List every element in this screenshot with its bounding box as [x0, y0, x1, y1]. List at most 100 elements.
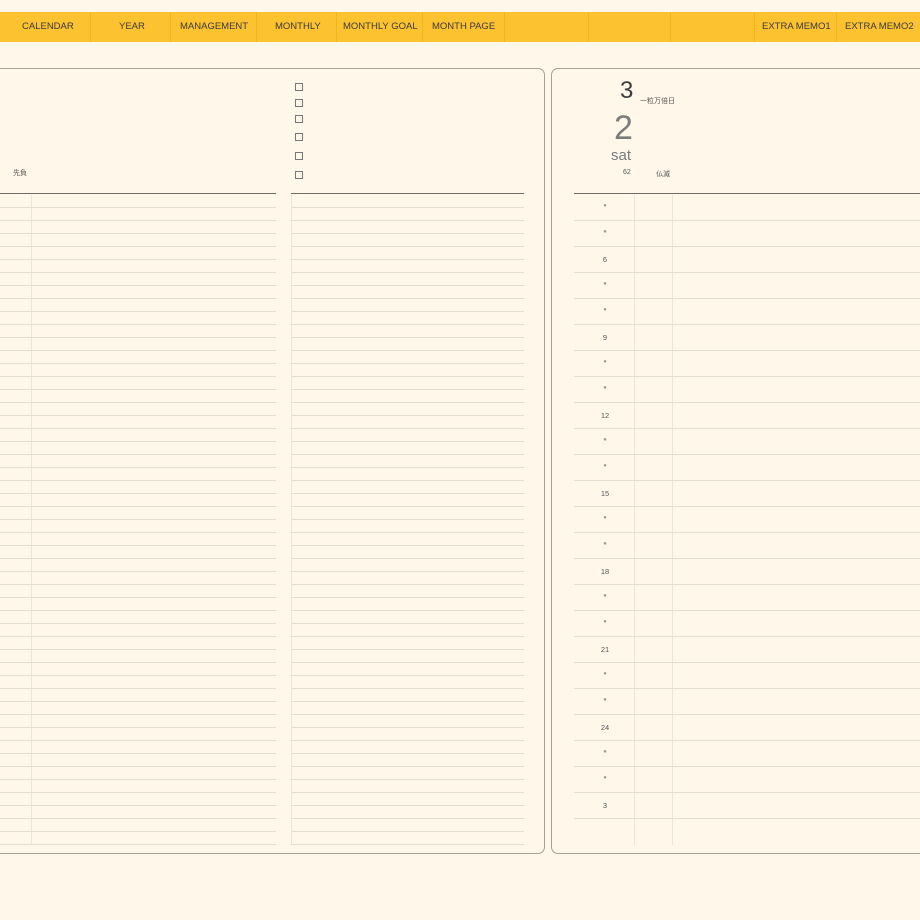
tab-extra-memo1[interactable]: EXTRA MEMO1 — [762, 12, 831, 42]
ruled-line — [291, 623, 524, 624]
hour-tick: ● — [603, 775, 607, 781]
ruled-line — [291, 753, 524, 754]
ruled-line — [291, 792, 524, 793]
tab-management[interactable]: MANAGEMENT — [180, 12, 248, 42]
ruled-line — [291, 402, 524, 403]
ruled-line — [291, 532, 524, 533]
tab-year[interactable]: YEAR — [119, 12, 145, 42]
ruled-line — [0, 740, 276, 741]
checkbox[interactable] — [295, 115, 303, 123]
tab-monthly-goal[interactable]: MONTHLY GOAL — [343, 12, 418, 42]
hour-tick: ● — [603, 229, 607, 235]
ruled-line — [0, 805, 276, 806]
ruled-line — [0, 623, 276, 624]
ruled-line — [0, 415, 276, 416]
tab-divider — [90, 12, 91, 42]
hour-tick: ● — [603, 619, 607, 625]
ruled-line — [291, 662, 524, 663]
timeline-row-line — [574, 454, 920, 455]
ruled-line — [291, 636, 524, 637]
hour-label: 18 — [600, 567, 610, 576]
ruled-line — [0, 688, 276, 689]
ruled-line — [291, 272, 524, 273]
checkbox[interactable] — [295, 99, 303, 107]
ruled-line — [0, 649, 276, 650]
ruled-line — [291, 350, 524, 351]
ruled-line — [0, 246, 276, 247]
left-page: 先負 — [0, 68, 545, 854]
ruled-line — [0, 363, 276, 364]
timeline-row-line — [574, 662, 920, 663]
tab-divider — [422, 12, 423, 42]
hour-label: 15 — [600, 489, 610, 498]
timeline-row-line — [574, 402, 920, 403]
ruled-line — [0, 636, 276, 637]
ruled-line — [0, 675, 276, 676]
ruled-line — [291, 545, 524, 546]
ruled-line — [291, 714, 524, 715]
ruled-line — [291, 506, 524, 507]
day-of-year: 62 — [623, 169, 631, 176]
ruled-line — [0, 220, 276, 221]
hour-tick: ● — [603, 385, 607, 391]
ruled-line — [0, 597, 276, 598]
hour-tick: ● — [603, 515, 607, 521]
ruled-line — [291, 844, 524, 845]
hour-tick: ● — [603, 593, 607, 599]
ruled-line — [0, 441, 276, 442]
tab-divider — [170, 12, 171, 42]
ruled-line — [291, 467, 524, 468]
timeline-row-line — [574, 818, 920, 819]
ruled-line — [291, 675, 524, 676]
ruled-line — [0, 545, 276, 546]
ruled-line — [0, 519, 276, 520]
hour-tick: ● — [603, 281, 607, 287]
ruled-line — [291, 597, 524, 598]
ruled-line — [0, 792, 276, 793]
ruled-line — [291, 246, 524, 247]
right-page: 3 一粒万倍日 2 sat 62 仏滅 ● ● 6 ● ● 9 ● ● 12 ● ● 15 ● ● 18 ● ●… — [551, 68, 920, 854]
hour-tick: ● — [603, 437, 607, 443]
tab-divider — [336, 12, 337, 42]
ruled-line — [0, 532, 276, 533]
day-number: 2 — [614, 109, 633, 147]
timeline-row-line — [574, 480, 920, 481]
ruled-line — [0, 493, 276, 494]
tab-extra-memo2[interactable]: EXTRA MEMO2 — [845, 12, 914, 42]
lucky-day-label: 一粒万倍日 — [640, 98, 675, 105]
checkbox[interactable] — [295, 171, 303, 179]
hour-tick: ● — [603, 697, 607, 703]
ruled-line — [0, 298, 276, 299]
checkbox[interactable] — [295, 133, 303, 141]
timeline-column-line — [672, 195, 673, 845]
ruled-line — [0, 389, 276, 390]
ruled-line — [0, 571, 276, 572]
ruled-line — [0, 259, 276, 260]
tab-calendar[interactable]: CALENDAR — [22, 12, 74, 42]
rokuyo-label: 先負 — [13, 170, 27, 177]
hour-tick: ● — [603, 203, 607, 209]
timeline-row-line — [574, 714, 920, 715]
ruled-line — [0, 480, 276, 481]
ruled-line — [291, 558, 524, 559]
ruled-line — [0, 467, 276, 468]
tab-monthly[interactable]: MONTHLY — [275, 12, 321, 42]
ruled-line — [291, 740, 524, 741]
ruled-line — [291, 233, 524, 234]
checkbox[interactable] — [295, 83, 303, 91]
ruled-line — [0, 610, 276, 611]
hour-tick: ● — [603, 463, 607, 469]
ruled-line — [0, 285, 276, 286]
ruled-line — [0, 506, 276, 507]
timeline-row-line — [574, 376, 920, 377]
timeline-row-line — [574, 246, 920, 247]
ruled-line — [291, 454, 524, 455]
checkbox[interactable] — [295, 152, 303, 160]
timeline-column-line — [634, 195, 635, 845]
tab-month-page[interactable]: MONTH PAGE — [432, 12, 495, 42]
tab-divider — [588, 12, 589, 42]
ruled-line — [291, 220, 524, 221]
ruled-line — [0, 272, 276, 273]
ruled-line — [0, 558, 276, 559]
ruled-line — [0, 337, 276, 338]
